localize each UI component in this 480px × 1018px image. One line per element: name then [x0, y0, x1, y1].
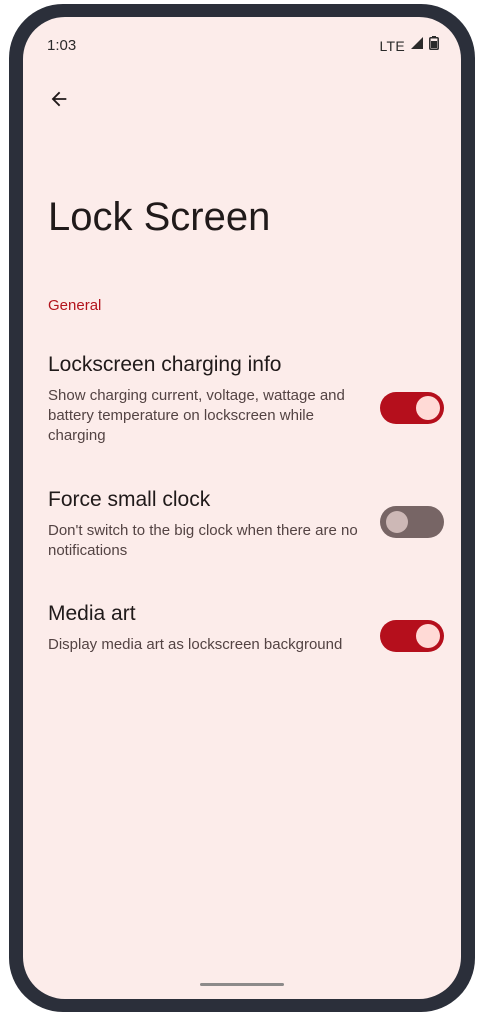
page-title: Lock Screen [48, 195, 271, 239]
gesture-nav-handle[interactable] [200, 983, 284, 986]
setting-summary: Don't switch to the big clock when there… [48, 522, 358, 559]
setting-force-small-clock[interactable]: Force small clock Don't switch to the bi… [23, 487, 461, 567]
back-button[interactable] [39, 81, 79, 121]
setting-summary: Display media art as lockscreen backgrou… [48, 636, 343, 653]
status-indicators: LTE [379, 36, 439, 55]
setting-lockscreen-charging-info[interactable]: Lockscreen charging info Show charging c… [23, 352, 461, 452]
charging-info-toggle[interactable] [380, 392, 444, 424]
setting-media-art[interactable]: Media art Display media art as lockscree… [23, 601, 461, 681]
status-time: 1:03 [47, 37, 77, 54]
network-type-label: LTE [379, 37, 405, 54]
battery-icon [429, 36, 439, 55]
setting-title: Lockscreen charging info [48, 353, 282, 376]
section-header-general: General [48, 297, 102, 314]
arrow-back-icon [48, 88, 70, 115]
setting-title: Media art [48, 602, 136, 625]
device-frame: 1:03 LTE Lock Screen General Lockscreen … [9, 4, 475, 1012]
setting-summary: Show charging current, voltage, wattage … [48, 387, 345, 444]
signal-icon [410, 36, 424, 55]
status-bar: 1:03 LTE [23, 17, 461, 73]
setting-title: Force small clock [48, 488, 211, 511]
toggle-thumb [416, 396, 440, 420]
toggle-thumb [416, 624, 440, 648]
media-art-toggle[interactable] [380, 620, 444, 652]
toggle-thumb [386, 511, 408, 533]
force-small-clock-toggle[interactable] [380, 506, 444, 538]
screen: 1:03 LTE Lock Screen General Lockscreen … [23, 17, 461, 999]
